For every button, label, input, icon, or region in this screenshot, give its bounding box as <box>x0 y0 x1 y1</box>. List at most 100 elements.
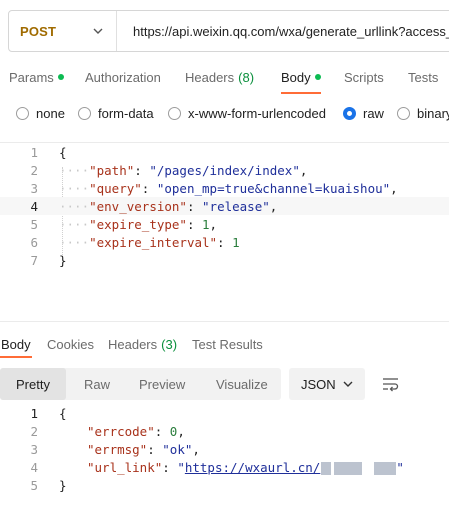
radio-raw[interactable]: raw <box>343 102 384 124</box>
tab-body[interactable]: Body <box>281 60 321 94</box>
json-key: "errmsg" <box>87 441 148 457</box>
code-text: } <box>59 252 67 268</box>
line-number: 5 <box>30 477 38 493</box>
tab-response-headers[interactable]: Headers (3) <box>108 330 177 358</box>
body-type-radios: none form-data x-www-form-urlencoded raw… <box>0 102 449 124</box>
tab-authorization[interactable]: Authorization <box>85 60 161 94</box>
view-visualize-button[interactable]: Visualize <box>216 368 268 400</box>
request-body-editor[interactable]: 1 { 2 ····"path": "/pages/index/index", … <box>0 142 449 322</box>
tab-cookies[interactable]: Cookies <box>47 330 94 358</box>
chevron-down-icon <box>93 28 103 34</box>
format-label: JSON <box>301 376 336 392</box>
active-tab-underline <box>281 92 321 94</box>
radio-icon <box>168 106 181 120</box>
line-number: 2 <box>30 162 38 178</box>
tab-label: Cookies <box>47 336 94 352</box>
line-number: 4 <box>30 459 38 475</box>
tab-scripts[interactable]: Scripts <box>344 60 384 94</box>
json-value: "release" <box>202 198 270 214</box>
code-text: { <box>59 144 67 160</box>
url-link[interactable]: https://wxaurl.cn/ <box>185 460 320 475</box>
code-line: 2 "errcode": 0, <box>0 422 449 440</box>
json-key: "url_link" <box>87 459 163 475</box>
line-number: 1 <box>30 144 38 160</box>
code-line: 3 ····"query": "open_mp=true&channel=kua… <box>0 179 449 197</box>
json-key: "env_version" <box>89 198 187 214</box>
code-text: ····"expire_interval": 1 <box>59 234 240 250</box>
redacted-block <box>334 461 363 475</box>
json-value: "/pages/index/index" <box>149 162 300 178</box>
radio-label: x-www-form-urlencoded <box>188 105 326 121</box>
text-wrap-icon[interactable] <box>382 376 400 392</box>
active-tab-underline <box>0 356 32 358</box>
code-text: ····"env_version": "release", <box>59 198 278 214</box>
code-line: 4 "url_link": "https://wxaurl.cn/" <box>0 458 449 476</box>
tab-response-body[interactable]: Body <box>1 330 31 358</box>
radio-binary[interactable]: binary <box>397 102 449 124</box>
line-number: 6 <box>30 234 38 250</box>
json-value: 1 <box>232 234 240 250</box>
radio-label: raw <box>363 105 384 121</box>
radio-icon <box>16 106 29 120</box>
tab-tests[interactable]: Tests <box>408 60 438 94</box>
radio-none[interactable]: none <box>16 102 65 124</box>
line-number: 7 <box>30 252 38 268</box>
code-line-current: 4 ····"env_version": "release", <box>0 197 449 215</box>
code-text: "url_link": "https://wxaurl.cn/" <box>87 459 404 475</box>
line-number: 5 <box>30 216 38 232</box>
indicator-dot-icon <box>57 74 64 80</box>
code-line: 7 } <box>0 251 449 269</box>
indicator-dot-icon <box>314 74 321 80</box>
code-text: } <box>59 477 67 493</box>
json-key: "expire_interval" <box>89 234 218 250</box>
code-line: 1 { <box>0 143 449 161</box>
view-pretty-button[interactable]: Pretty <box>0 368 66 400</box>
code-text: ····"path": "/pages/index/index", <box>59 162 308 178</box>
response-tabs: Body Cookies Headers (3) Test Results <box>0 330 449 358</box>
response-body-viewer: 1 { 2 "errcode": 0, 3 "errmsg": "ok", 4 … <box>0 404 449 494</box>
chevron-down-icon <box>343 381 353 387</box>
json-value: "open_mp=true&channel=kuaishou" <box>156 180 391 196</box>
json-value: "ok" <box>162 441 193 457</box>
tab-label: Body <box>1 336 31 352</box>
response-toolbar: Pretty Raw Preview Visualize JSON <box>0 368 449 400</box>
tab-label: Params <box>9 69 54 85</box>
view-mode-segment: Pretty Raw Preview Visualize <box>0 368 281 400</box>
json-value-quote: " <box>177 459 185 475</box>
code-text: ····"query": "open_mp=true&channel=kuais… <box>59 180 398 196</box>
format-select[interactable]: JSON <box>289 368 365 400</box>
radio-form-data[interactable]: form-data <box>78 102 154 124</box>
code-text: { <box>59 405 67 421</box>
method-label: POST <box>20 23 57 39</box>
json-key: "query" <box>89 180 142 196</box>
tab-params[interactable]: Params <box>9 60 64 94</box>
tab-test-results[interactable]: Test Results <box>192 330 263 358</box>
radio-icon <box>78 106 91 120</box>
line-number: 1 <box>30 405 38 421</box>
json-value: 1 <box>202 216 210 232</box>
tab-count: (8) <box>238 69 255 85</box>
code-line: 1 { <box>0 404 449 422</box>
url-input[interactable]: https://api.weixin.qq.com/wxa/generate_u… <box>117 24 449 39</box>
tab-label: Scripts <box>344 69 384 85</box>
view-raw-button[interactable]: Raw <box>84 368 110 400</box>
tab-label: Headers <box>108 336 158 352</box>
json-value-quote: " <box>396 459 404 475</box>
radio-selected-icon <box>343 106 356 120</box>
redacted-block <box>374 461 397 475</box>
code-text: "errcode": 0, <box>87 423 185 439</box>
tab-label: Headers <box>185 69 235 85</box>
line-number: 4 <box>30 198 38 214</box>
code-line: 3 "errmsg": "ok", <box>0 440 449 458</box>
radio-icon <box>397 106 410 120</box>
method-select[interactable]: POST <box>9 11 117 51</box>
tab-headers[interactable]: Headers (8) <box>185 60 254 94</box>
code-text: ····"expire_type": 1, <box>59 216 218 232</box>
line-number: 3 <box>30 441 38 457</box>
radio-x-www-form-urlencoded[interactable]: x-www-form-urlencoded <box>168 102 326 124</box>
code-line: 5 ····"expire_type": 1, <box>0 215 449 233</box>
redacted-block <box>321 461 332 475</box>
view-preview-button[interactable]: Preview <box>139 368 185 400</box>
line-number: 3 <box>30 180 38 196</box>
tab-count: (3) <box>161 336 178 352</box>
